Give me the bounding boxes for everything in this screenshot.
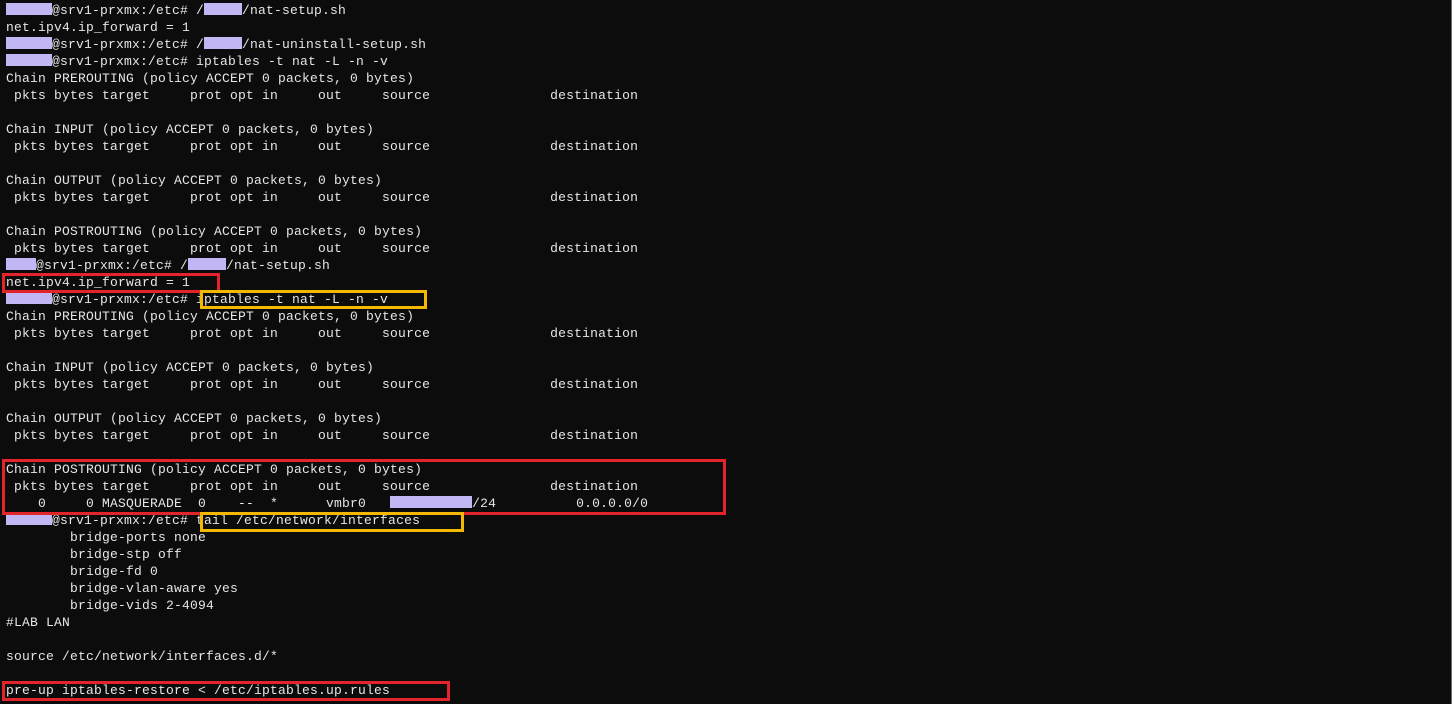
column-header: pkts bytes target prot opt in out source… [6,428,639,443]
column-header: pkts bytes target prot opt in out source… [6,479,639,494]
prompt-text: @srv1-prxmx:/etc# [52,513,197,528]
redacted-path [204,3,243,15]
prompt-line: @srv1-prxmx:/etc# iptables -t nat -L -n … [6,53,388,70]
prompt-line: @srv1-prxmx:/etc# tail /etc/network/inte… [6,512,420,529]
redacted-path [188,258,227,270]
redacted-username [6,54,52,66]
redacted-username [6,258,36,270]
command-text: / [180,258,189,273]
output-line: net.ipv4.ip_forward = 1 [6,20,191,35]
prompt-text: @srv1-prxmx:/etc# [52,3,197,18]
command-text: /nat-setup.sh [226,258,331,273]
output-line: net.ipv4.ip_forward = 1 [6,275,191,290]
chain-header: Chain PREROUTING (policy ACCEPT 0 packet… [6,309,415,324]
output-line: bridge-stp off [6,547,183,562]
prompt-text: @srv1-prxmx:/etc# [52,292,197,307]
output-line: pre-up iptables-restore < /etc/iptables.… [6,683,391,698]
command-text: / [196,3,205,18]
prompt-line: @srv1-prxmx:/etc# / /nat-setup.sh [6,257,330,274]
output-line: bridge-vlan-aware yes [6,581,239,596]
output-line: bridge-ports none [6,530,207,545]
prompt-line: @srv1-prxmx:/etc# / /nat-setup.sh [6,2,346,19]
redacted-username [6,37,52,49]
chain-header: Chain POSTROUTING (policy ACCEPT 0 packe… [6,462,423,477]
chain-header: Chain OUTPUT (policy ACCEPT 0 packets, 0… [6,173,383,188]
masquerade-rule-line: 0 0 MASQUERADE 0 -- * vmbr0 /24 0.0.0.0/… [6,495,648,512]
output-line: #LAB LAN [6,615,71,630]
prompt-line: @srv1-prxmx:/etc# iptables -t nat -L -n … [6,291,388,308]
command-text: / [196,37,205,52]
prompt-line: @srv1-prxmx:/etc# / /nat-uninstall-setup.… [6,36,426,53]
column-header: pkts bytes target prot opt in out source… [6,88,639,103]
redacted-path [204,37,243,49]
redacted-subnet [390,496,473,508]
command-text: iptables -t nat -L -n -v [196,54,389,69]
prompt-text: @srv1-prxmx:/etc# [52,37,197,52]
chain-header: Chain OUTPUT (policy ACCEPT 0 packets, 0… [6,411,383,426]
terminal-window[interactable]: @srv1-prxmx:/etc# / /nat-setup.sh net.ipv… [0,0,1452,704]
column-header: pkts bytes target prot opt in out source… [6,139,639,154]
output-line: source /etc/network/interfaces.d/* [6,649,279,664]
column-header: pkts bytes target prot opt in out source… [6,190,639,205]
rule-text: 0 0 MASQUERADE 0 -- * vmbr0 [6,496,391,511]
chain-header: Chain POSTROUTING (policy ACCEPT 0 packe… [6,224,423,239]
output-line: bridge-fd 0 [6,564,159,579]
redacted-username [6,292,52,304]
chain-header: Chain INPUT (policy ACCEPT 0 packets, 0 … [6,122,375,137]
command-text: /nat-setup.sh [242,3,347,18]
command-text: tail /etc/network/interfaces [196,513,421,528]
command-text: /nat-uninstall-setup.sh [242,37,427,52]
column-header: pkts bytes target prot opt in out source… [6,241,639,256]
output-line: bridge-vids 2-4094 [6,598,215,613]
rule-text: /24 0.0.0.0/0 [472,496,649,511]
redacted-username [6,3,52,15]
command-text: iptables -t nat -L -n -v [196,292,389,307]
chain-header: Chain PREROUTING (policy ACCEPT 0 packet… [6,71,415,86]
column-header: pkts bytes target prot opt in out source… [6,377,639,392]
prompt-text: @srv1-prxmx:/etc# [52,54,197,69]
chain-header: Chain INPUT (policy ACCEPT 0 packets, 0 … [6,360,375,375]
redacted-username [6,513,52,525]
column-header: pkts bytes target prot opt in out source… [6,326,639,341]
prompt-text: @srv1-prxmx:/etc# [36,258,181,273]
